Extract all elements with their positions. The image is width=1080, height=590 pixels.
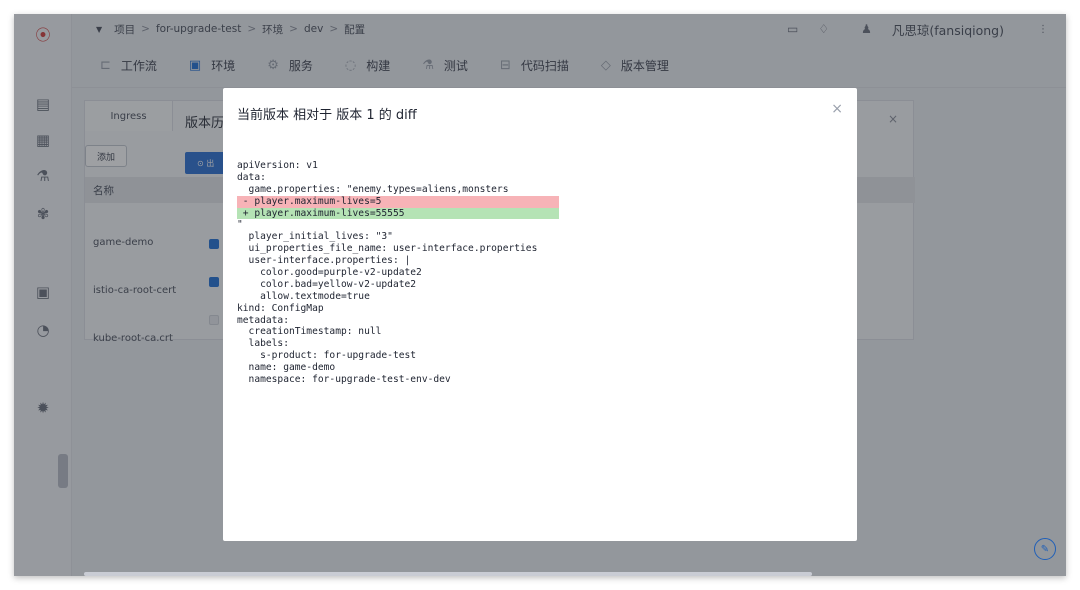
diff-line: apiVersion: v1	[237, 160, 318, 171]
diff-line: color.good=purple-v2-update2	[237, 267, 422, 279]
close-button[interactable]: ×	[831, 101, 843, 117]
wrench-icon[interactable]: ✎	[1034, 538, 1056, 560]
diff-dialog: 当前版本 相对于 版本 1 的 diff × apiVersion: v1 dat…	[223, 88, 857, 541]
diff-view: apiVersion: v1 data: game.properties: "en…	[237, 160, 559, 386]
diff-dialog-title: 当前版本 相对于 版本 1 的 diff	[237, 108, 417, 123]
diff-line: name: game-demo	[237, 362, 336, 374]
horizontal-scrollbar[interactable]	[84, 572, 812, 576]
diff-line: kind: ConfigMap	[237, 302, 324, 314]
diff-line: allow.textmode=true	[237, 290, 370, 302]
diff-line: color.bad=yellow-v2-update2	[237, 278, 417, 290]
diff-line: namespace: for-upgrade-test-env-dev	[237, 374, 451, 386]
app-window: ⦿ ▤ ▦ ⚗ ✾ ▣ ◔ ✹ ▼ 项目 > for-upgrade-test …	[14, 14, 1066, 576]
diff-line-removed: - player.maximum-lives=5	[237, 195, 559, 208]
diff-line: data:	[237, 171, 266, 183]
diff-line: user-interface.properties: |	[237, 255, 411, 267]
diff-line: player_initial_lives: "3"	[237, 231, 393, 243]
diff-line: "	[237, 219, 243, 231]
diff-line: ui_properties_file_name: user-interface.…	[237, 243, 538, 255]
diff-line: s-product: for-upgrade-test	[237, 350, 417, 362]
diff-line: metadata:	[237, 314, 289, 326]
diff-line: labels:	[237, 338, 289, 350]
diff-line: creationTimestamp: null	[237, 326, 382, 338]
diff-line: game.properties: "enemy.types=aliens,mon…	[237, 183, 509, 195]
diff-line-added: + player.maximum-lives=55555	[237, 207, 559, 220]
